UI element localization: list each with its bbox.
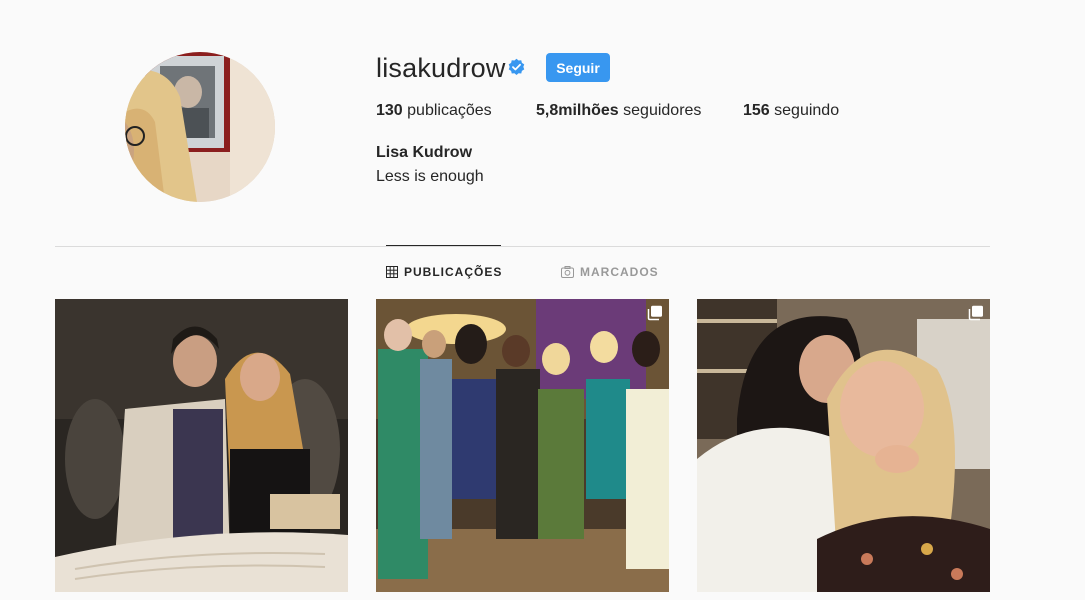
carousel-icon (647, 305, 662, 321)
tabs-divider (55, 246, 990, 247)
stat-following[interactable]: 156 seguindo (743, 101, 839, 121)
tab-posts[interactable]: PUBLICAÇÕES (386, 265, 502, 279)
profile-username: lisakudrow (376, 53, 506, 83)
carousel-icon (968, 305, 983, 321)
verified-badge-icon (508, 58, 525, 75)
posts-label: publicações (407, 102, 492, 119)
following-label: seguindo (774, 102, 840, 119)
followers-count: 5,8milhões (536, 102, 619, 119)
profile-full-name: Lisa Kudrow (376, 144, 473, 161)
tab-tagged-label: MARCADOS (580, 265, 659, 279)
post-thumbnail[interactable] (697, 299, 990, 592)
posts-count: 130 (376, 102, 403, 119)
post-thumbnail[interactable] (55, 299, 348, 592)
active-tab-indicator (386, 245, 501, 246)
post-thumbnail[interactable] (376, 299, 669, 592)
profile-avatar[interactable] (125, 52, 275, 202)
tagged-icon (561, 266, 574, 278)
stat-followers[interactable]: 5,8milhões seguidores (536, 101, 701, 121)
following-count: 156 (743, 102, 770, 119)
profile-bio: Less is enough (376, 168, 484, 185)
follow-button[interactable]: Seguir (546, 53, 610, 82)
followers-label: seguidores (623, 102, 702, 119)
tab-tagged[interactable]: MARCADOS (561, 265, 659, 279)
tab-posts-label: PUBLICAÇÕES (404, 265, 503, 279)
grid-icon (386, 266, 398, 278)
stat-posts: 130 publicações (376, 101, 492, 121)
